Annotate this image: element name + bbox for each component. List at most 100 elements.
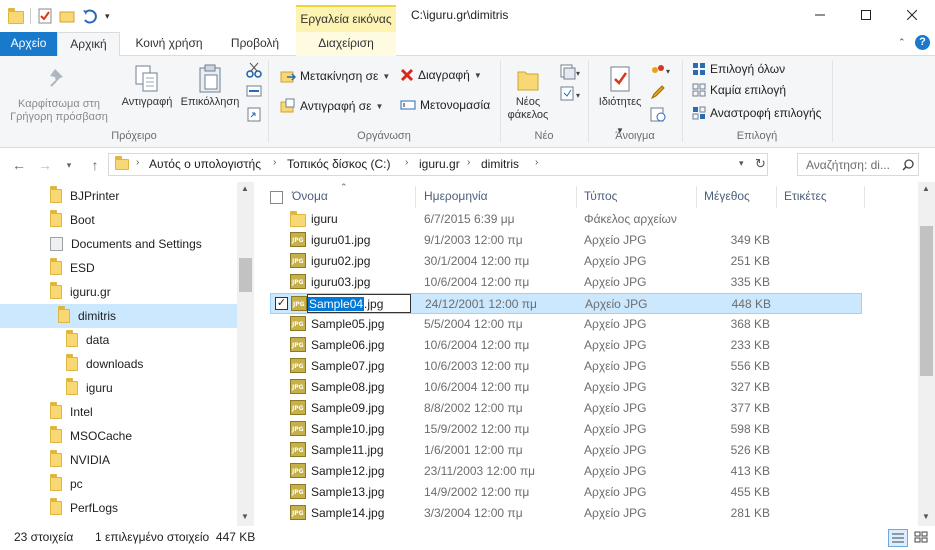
file-row[interactable]: Sample14.jpg 3/3/2004 12:00 πμ Αρχείο JPG 2… [270,503,862,524]
rename-button[interactable]: Μετονομασία [400,98,490,112]
scrollbar-thumb[interactable] [920,226,933,376]
tree-item-data[interactable]: data [0,328,237,352]
new-item-icon[interactable]: ▾ [560,64,582,80]
scrollbar-thumb[interactable] [239,258,252,292]
nav-scrollbar[interactable]: ▲ ▼ [237,182,254,526]
large-icons-view-button[interactable] [912,529,932,547]
minimize-button[interactable] [797,0,843,30]
row-checkbox[interactable]: ✓ [275,297,288,310]
properties-button[interactable]: Ιδιότητες [594,64,646,109]
column-header-size[interactable]: Μέγεθος [704,182,750,210]
copy-to-button[interactable]: Αντιγραφή σε ▼ [280,98,383,114]
scroll-down-icon[interactable]: ▼ [922,512,930,521]
move-to-button[interactable]: Μετακίνηση σε ▼ [280,68,390,84]
copy-button[interactable]: Αντιγραφή [116,64,178,109]
properties-icon[interactable] [37,8,53,24]
folder-icon[interactable] [8,8,24,24]
tree-item-documents-and-settings[interactable]: Documents and Settings [0,232,237,256]
select-all-button[interactable]: Επιλογή όλων [692,62,785,76]
file-row[interactable]: Sample05.jpg 5/5/2004 12:00 πμ Αρχείο JPG 3… [270,314,862,335]
tree-item-pc[interactable]: pc [0,472,237,496]
rename-input[interactable]: Sample04.jpg [307,294,411,313]
file-row[interactable]: iguru03.jpg 10/6/2004 12:00 πμ Αρχείο JPG 3… [270,272,862,293]
file-row[interactable]: Sample08.jpg 10/6/2004 12:00 πμ Αρχείο JPG… [270,377,862,398]
column-header-type[interactable]: Τύπος [584,182,617,210]
new-folder-button[interactable]: Νέος φάκελος [506,64,550,122]
close-button[interactable] [889,0,935,30]
file-row[interactable]: ✓ Sample04.jpg 24/12/2001 12:00 πμ Αρχείο J… [270,293,862,314]
file-row[interactable]: iguru01.jpg 9/1/2003 12:00 πμ Αρχείο JPG 34… [270,230,862,251]
copy-path-icon[interactable] [246,84,262,98]
scroll-up-icon[interactable]: ▲ [241,184,249,193]
tree-item-esd[interactable]: ESD [0,256,237,280]
paste-shortcut-icon[interactable] [246,106,262,122]
tab-file[interactable]: Αρχείο [0,32,57,56]
column-header-date[interactable]: Ημερομηνία [424,182,488,210]
details-view-button[interactable] [888,529,908,547]
undo-icon[interactable] [81,8,99,24]
file-row[interactable]: Sample13.jpg 14/9/2002 12:00 πμ Αρχείο JPG… [270,482,862,503]
tab-view[interactable]: Προβολή [218,32,292,56]
file-row[interactable]: Sample09.jpg 8/8/2002 12:00 πμ Αρχείο JPG 3… [270,398,862,419]
delete-button[interactable]: Διαγραφή ▼ [400,68,482,82]
paste-icon [199,64,221,93]
file-row[interactable]: iguru02.jpg 30/1/2004 12:00 πμ Αρχείο JPG 2… [270,251,862,272]
tab-share[interactable]: Κοινή χρήση [124,32,214,56]
refresh-icon[interactable]: ↻ [755,156,766,172]
svg-text:▾: ▾ [666,67,670,76]
tree-item-iguru[interactable]: iguru [0,376,237,400]
search-box[interactable]: Αναζήτηση: di... [797,153,919,176]
column-header-tags[interactable]: Ετικέτες [784,182,827,210]
select-none-label: Καμία επιλογή [710,83,787,97]
file-row[interactable]: Sample07.jpg 10/6/2003 12:00 πμ Αρχείο JPG… [270,356,862,377]
tab-home[interactable]: Αρχική [57,32,120,57]
maximize-button[interactable] [843,0,889,30]
details-view-icon [892,533,904,543]
open-icon[interactable]: ▾ [650,62,672,78]
history-icon[interactable] [650,106,666,122]
tree-item-nvidia[interactable]: NVIDIA [0,448,237,472]
tree-item-intel[interactable]: Intel [0,400,237,424]
select-all-checkbox[interactable] [270,191,283,204]
new-folder-icon[interactable] [59,8,75,24]
file-row[interactable]: Sample10.jpg 15/9/2002 12:00 πμ Αρχείο JPG… [270,419,862,440]
breadcrumb-this-pc[interactable]: Αυτός ο υπολογιστής [149,157,261,171]
invert-selection-button[interactable]: Αναστροφή επιλογής [692,106,821,120]
cut-icon[interactable] [246,62,262,78]
tree-item-boot[interactable]: Boot [0,208,237,232]
breadcrumb-iguru[interactable]: iguru.gr [419,157,460,171]
up-button[interactable]: ↑ [86,156,104,174]
pin-to-quick-access-button[interactable]: Καρφίτσωμα στη Γρήγορη πρόσβαση [6,66,112,124]
file-row[interactable]: Sample11.jpg 1/6/2001 12:00 πμ Αρχείο JPG 5… [270,440,862,461]
help-icon[interactable]: ? [915,35,930,50]
scroll-down-icon[interactable]: ▼ [241,512,249,521]
file-row[interactable]: iguru 6/7/2015 6:39 μμ Φάκελος αρχείων [270,209,862,230]
column-header-name[interactable]: Όνομα [292,182,328,210]
easy-access-icon[interactable]: ▾ [560,86,582,102]
paste-button[interactable]: Επικόλληση [178,64,242,109]
tab-manage[interactable]: Διαχείριση [296,32,396,56]
forward-button[interactable]: → [36,156,54,174]
ribbon-collapse-icon[interactable]: ⌃ [898,37,906,48]
edit-icon[interactable] [650,84,666,100]
address-history-icon[interactable]: ▾ [739,158,744,169]
breadcrumb-dimitris[interactable]: dimitris [481,157,519,171]
breadcrumb-local-disk[interactable]: Τοπικός δίσκος (C:) [287,157,391,171]
back-button[interactable]: ← [10,156,28,174]
tree-item-downloads[interactable]: downloads [0,352,237,376]
tree-item-dimitris[interactable]: dimitris [0,304,237,328]
address-bar[interactable]: › Αυτός ο υπολογιστής › Τοπικός δίσκος (… [108,153,768,176]
chevron-down-icon: ▾ [66,159,72,170]
select-none-button[interactable]: Καμία επιλογή [692,83,786,97]
file-name: Sample13.jpg [311,485,385,499]
tree-item-perflogs[interactable]: PerfLogs [0,496,237,520]
file-row[interactable]: Sample12.jpg 23/11/2003 12:00 πμ Αρχείο JP… [270,461,862,482]
tree-item-msocache[interactable]: MSOCache [0,424,237,448]
recent-locations-button[interactable]: ▾ [60,156,78,174]
tree-item-iguru-gr[interactable]: iguru.gr [0,280,237,304]
scroll-up-icon[interactable]: ▲ [922,184,930,193]
tree-item-bjprinter[interactable]: BJPrinter [0,184,237,208]
file-row[interactable]: Sample06.jpg 10/6/2004 12:00 πμ Αρχείο JPG… [270,335,862,356]
customize-toolbar-icon[interactable]: ▾ [105,11,110,22]
list-scrollbar[interactable]: ▲ ▼ [918,182,935,526]
